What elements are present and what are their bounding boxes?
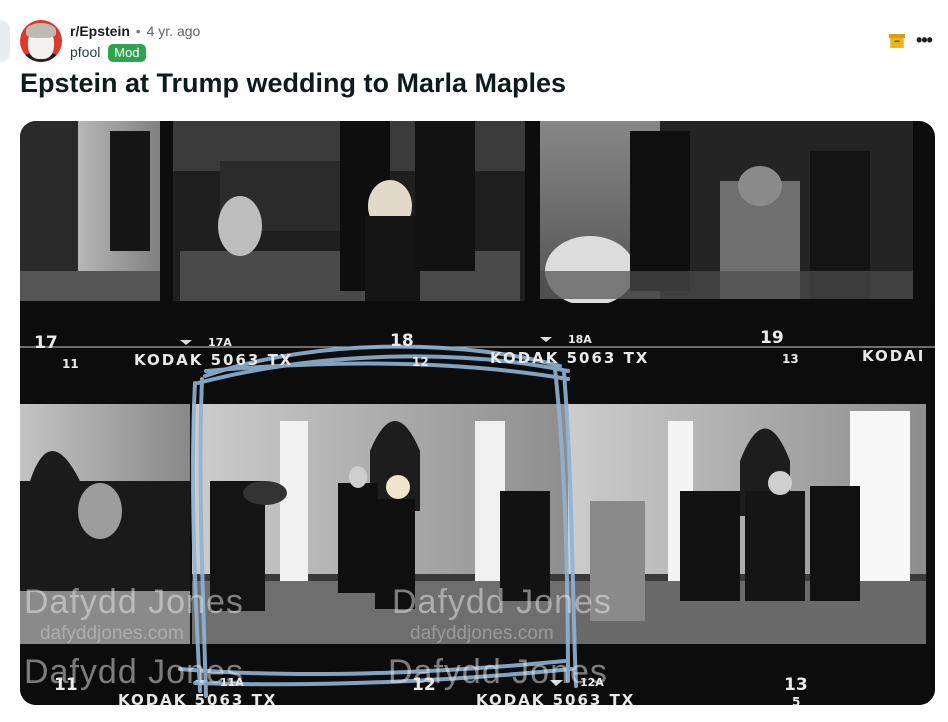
arrow-label: 18A	[568, 333, 592, 346]
frame-number: 19	[760, 328, 784, 348]
edge-number: 11	[62, 357, 79, 371]
archive-icon	[889, 34, 905, 48]
watermark-url: dafyddjones.com	[410, 623, 554, 644]
mod-badge: Mod	[108, 44, 146, 62]
post-image[interactable]: 17 18 19 11 12 13 17A 18A KODAK 5063 TX …	[20, 121, 935, 705]
meta-separator: •	[135, 23, 141, 39]
frame-number: 13	[784, 675, 808, 695]
watermark: Dafydd Jones	[392, 583, 612, 621]
frame-number: 18	[390, 331, 414, 351]
subreddit-avatar[interactable]	[20, 20, 62, 62]
film-edge-text: KODAK 5063 TX	[118, 691, 278, 705]
edge-number: 5	[792, 695, 801, 705]
post-title[interactable]: Epstein at Trump wedding to Marla Maples	[20, 68, 566, 99]
author-username[interactable]: pfool	[70, 44, 100, 60]
film-edge-text: KODAI	[862, 347, 926, 365]
more-options-icon[interactable]: •••	[914, 30, 934, 50]
watermark: Dafydd Jones	[24, 653, 244, 691]
frame-number: 17	[34, 333, 58, 353]
left-edge-strip	[0, 20, 10, 62]
film-edge-text: KODAK 5063 TX	[134, 351, 294, 369]
post-meta: r/Epstein • 4 yr. ago	[70, 22, 200, 41]
watermark: Dafydd Jones	[388, 653, 608, 691]
edge-number: 12	[412, 355, 429, 369]
watermark: Dafydd Jones	[24, 583, 244, 621]
arrow-label: 17A	[208, 336, 232, 349]
film-edge-text: KODAK 5063 TX	[476, 691, 636, 705]
author-row: pfool Mod	[70, 43, 146, 62]
edge-number: 13	[782, 352, 799, 366]
watermark-url: dafyddjones.com	[40, 623, 184, 644]
post-age: 4 yr. ago	[146, 23, 201, 39]
film-edge-text: KODAK 5063 TX	[490, 349, 650, 367]
subreddit-link[interactable]: r/Epstein	[70, 23, 130, 39]
post-header: r/Epstein • 4 yr. ago pfool Mod •••	[20, 20, 935, 64]
